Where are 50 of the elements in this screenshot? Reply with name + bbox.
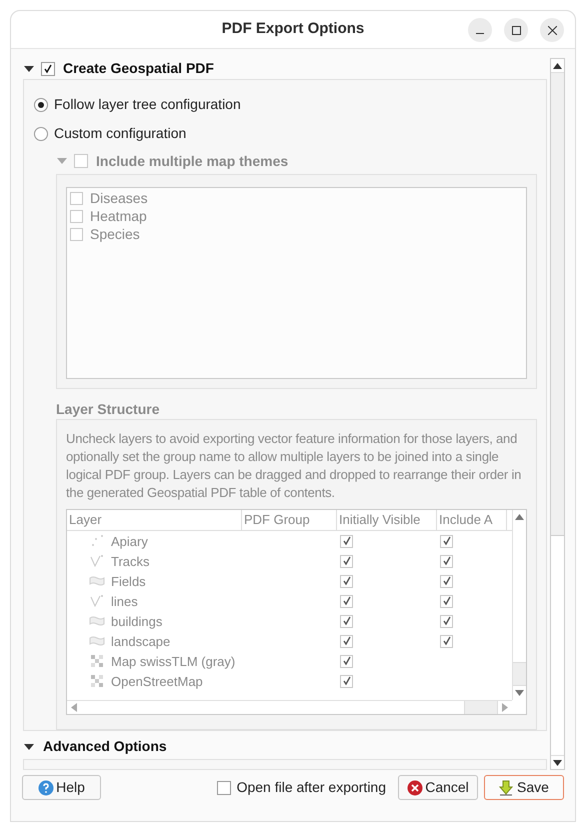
maximize-icon (512, 26, 520, 34)
table-cell: OpenStreetMap (111, 672, 203, 690)
raster-layer-icon (90, 674, 104, 688)
checkbox[interactable] (41, 62, 55, 76)
scrollbar-thumb[interactable] (464, 701, 498, 714)
point-layer-icon (90, 534, 104, 548)
help-button[interactable]: Help (22, 775, 101, 800)
table-cell: buildings (111, 612, 162, 630)
save-button[interactable]: Save (484, 775, 564, 800)
radio-label: Follow layer tree configuration (54, 95, 241, 114)
subsection-title: Layer Structure (56, 400, 160, 419)
scrollbar-thumb[interactable] (551, 535, 564, 755)
vertical-scrollbar[interactable] (550, 58, 565, 770)
help-icon (38, 780, 54, 796)
polygon-layer-icon (89, 635, 105, 647)
expand-arrow-icon[interactable] (23, 742, 35, 750)
table-cell: Fields (111, 572, 146, 590)
checkbox-label: Open file after exporting (236, 778, 386, 797)
expand-arrow-icon[interactable] (23, 64, 35, 72)
maximize-button[interactable] (504, 18, 528, 42)
table-cell: Apiary (111, 532, 148, 550)
section-title: Create Geospatial PDF (63, 59, 214, 78)
table-cell: Map swissTLM (gray) (111, 652, 236, 670)
raster-layer-icon (90, 654, 104, 668)
close-button[interactable] (540, 18, 564, 42)
radio-button[interactable] (34, 98, 48, 112)
scroll-down-icon[interactable] (553, 760, 562, 766)
radio-label: Custom configuration (54, 124, 186, 143)
radio-button[interactable] (34, 126, 48, 140)
polygon-layer-icon (89, 575, 105, 587)
subsection-title: Include multiple map themes (96, 152, 288, 171)
vertical-scrollbar[interactable] (512, 510, 526, 700)
section-title: Advanced Options (43, 737, 167, 756)
line-layer-icon (90, 594, 104, 608)
window-title: PDF Export Options (222, 19, 364, 40)
table-cell: lines (111, 592, 138, 610)
polygon-layer-icon (89, 615, 105, 627)
line-layer-icon (90, 554, 104, 568)
minimize-icon (476, 32, 484, 34)
cancel-button[interactable]: Cancel (398, 775, 478, 800)
description-text: Uncheck layers to avoid exporting vector feature information for those layers, and optionally set the group name to allow multiple layers to be joined into a single logical PDF group. Layers can be dragged and dropped to rearrange their order in the generated Geospatial PDF table of contents. (66, 430, 522, 502)
cancel-icon (407, 780, 424, 796)
download-arrow-icon (499, 780, 514, 796)
close-icon (548, 26, 556, 34)
scroll-up-icon[interactable] (553, 62, 562, 68)
checkbox[interactable] (216, 780, 231, 794)
scrollbar-thumb[interactable] (513, 662, 526, 686)
table-cell: Tracks (111, 552, 150, 570)
table-cell: landscape (111, 632, 170, 650)
horizontal-scrollbar[interactable] (67, 700, 512, 714)
